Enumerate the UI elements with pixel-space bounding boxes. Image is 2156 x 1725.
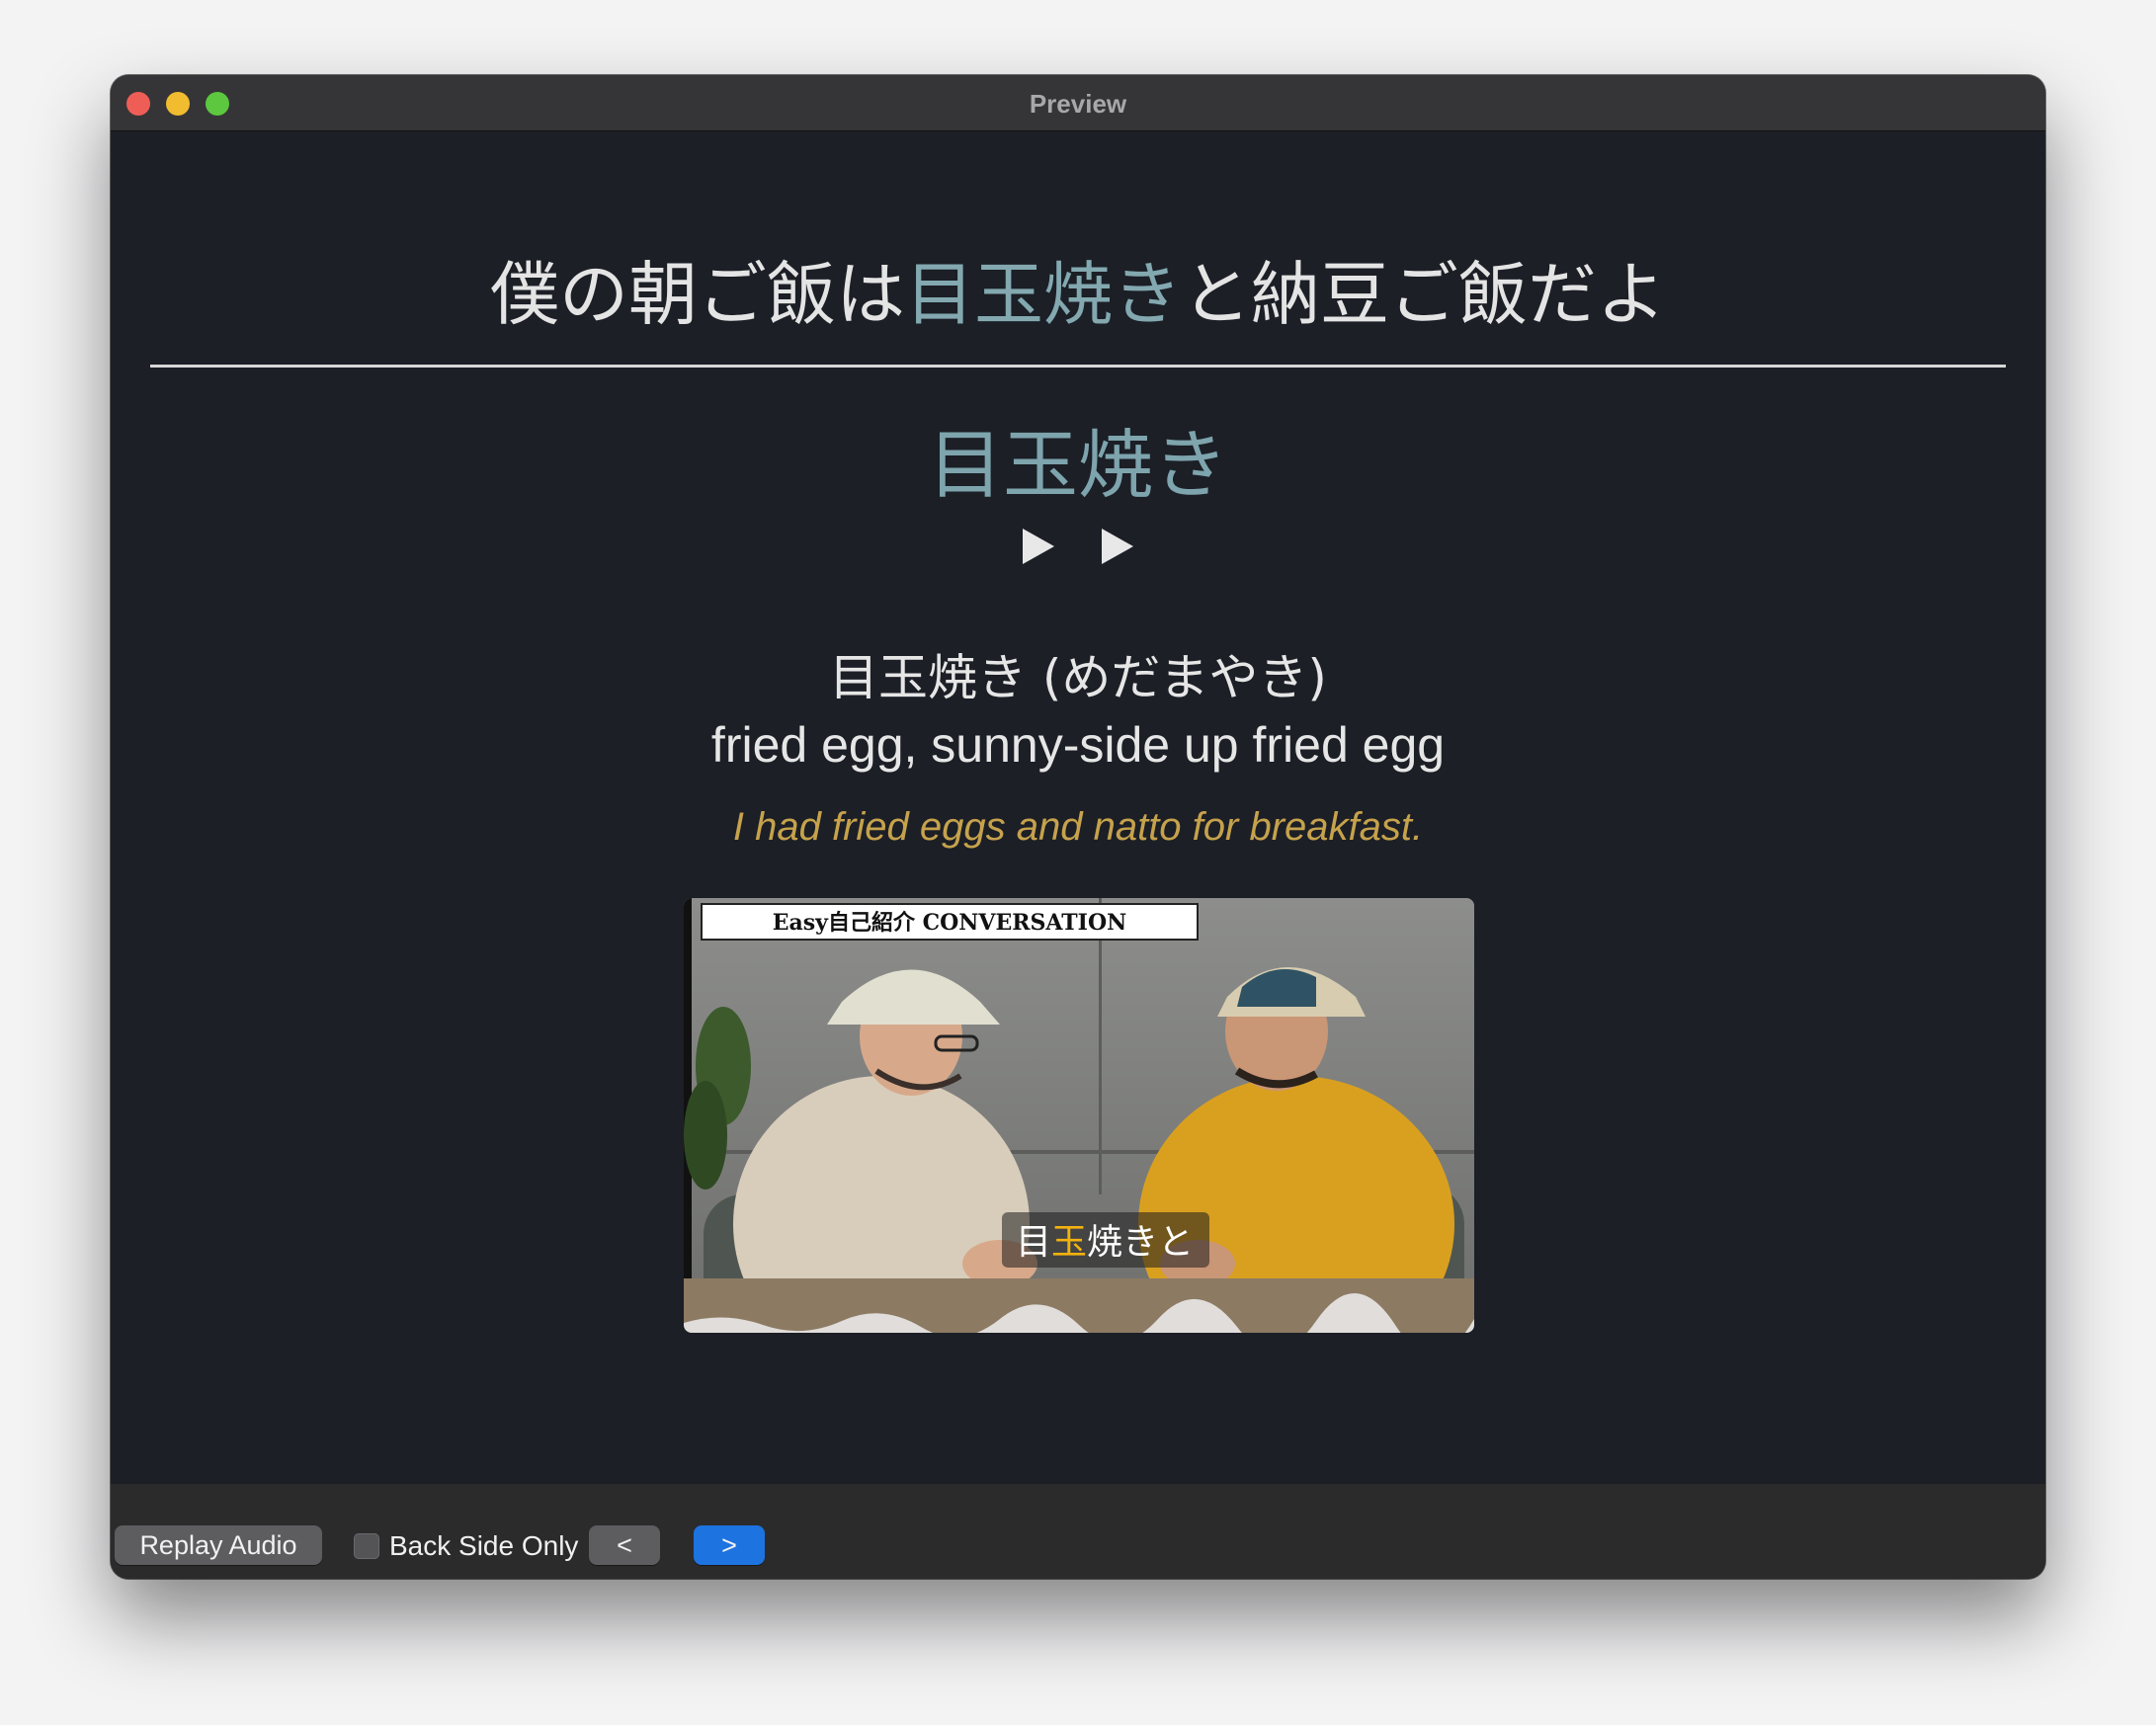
play-icon[interactable]: [1098, 525, 1137, 568]
subtitle-post: 焼きと: [1087, 1222, 1194, 1263]
sentence-prefix: 僕の朝ご飯は: [490, 254, 905, 335]
back-side-only-label: Back Side Only: [389, 1530, 579, 1561]
word-meaning: fried egg, sunny-side up fried egg: [710, 717, 1446, 773]
card-divider: [150, 365, 2006, 368]
bottom-toolbar: Replay Audio Back Side Only < >: [111, 1484, 2045, 1579]
title-bar: Preview: [111, 75, 2045, 131]
thumbnail-image: Easy自己紹介 CONVERSATION 目玉焼きと: [684, 898, 1474, 1333]
subtitle-pre: 目: [1016, 1222, 1051, 1263]
preview-window: Preview 僕の朝ご飯は目玉焼きと納豆ご飯だよ 目玉焼き 目玉焼き (めだま…: [111, 75, 2045, 1579]
sentence-suffix: と納豆ご飯だよ: [1182, 254, 1666, 335]
subtitle-highlight: 玉: [1051, 1222, 1087, 1263]
back-side-only-checkbox[interactable]: [354, 1533, 379, 1559]
audio-play-row: [111, 525, 2045, 568]
previous-card-button[interactable]: <: [589, 1525, 660, 1565]
window-title: Preview: [1029, 89, 1127, 119]
card-content: 僕の朝ご飯は目玉焼きと納豆ご飯だよ 目玉焼き 目玉焼き (めだまやき) frie…: [111, 131, 2045, 1484]
replay-audio-button[interactable]: Replay Audio: [115, 1525, 322, 1565]
next-card-button[interactable]: >: [694, 1525, 765, 1565]
thumbnail-banner: Easy自己紹介 CONVERSATION: [773, 910, 1126, 936]
play-icon[interactable]: [1019, 525, 1058, 568]
video-thumbnail: Easy自己紹介 CONVERSATION 目玉焼きと: [684, 898, 1474, 1333]
example-sentence: 僕の朝ご飯は目玉焼きと納豆ご飯だよ: [111, 250, 2045, 339]
word-reading: 目玉焼き (めだまやき): [829, 649, 1327, 706]
sentence-highlight: 目玉焼き: [905, 254, 1182, 335]
thumbnail-subtitle: 目玉焼きと: [1016, 1222, 1194, 1263]
vocab-word: 目玉焼き: [928, 421, 1228, 509]
back-side-only-toggle[interactable]: Back Side Only: [354, 1527, 578, 1565]
sentence-translation: I had fried eggs and natto for breakfast…: [732, 805, 1424, 849]
